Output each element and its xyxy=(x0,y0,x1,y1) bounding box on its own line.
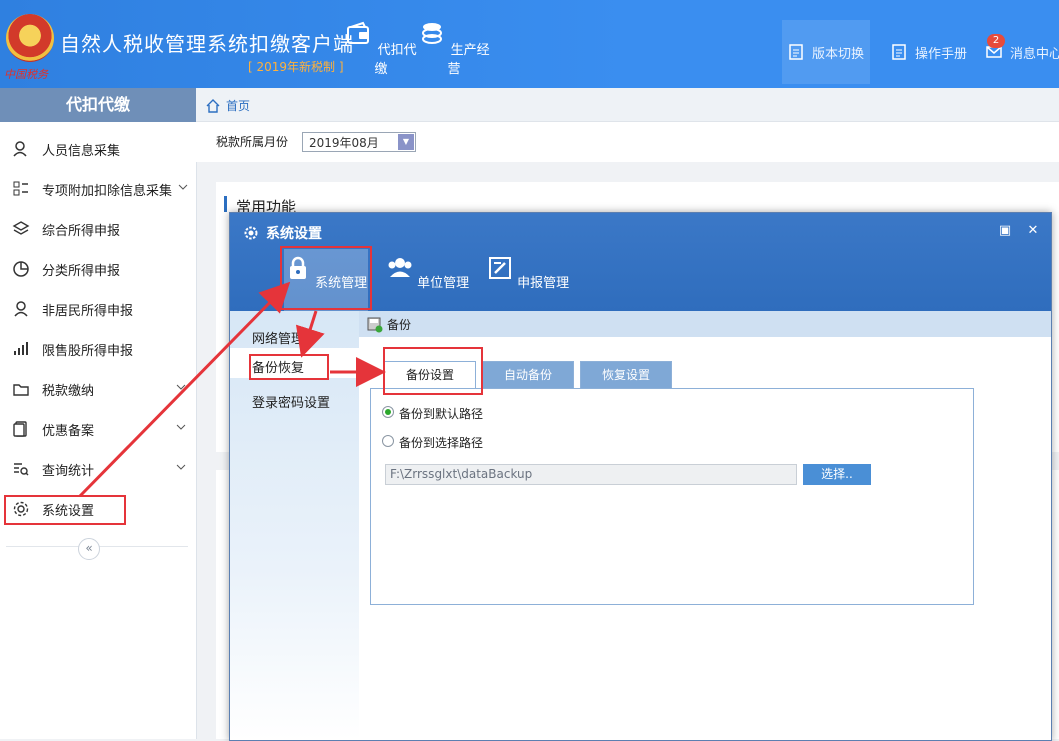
coins-icon xyxy=(422,23,443,44)
gear-icon xyxy=(244,226,258,240)
lock-icon xyxy=(289,256,306,279)
folder-icon xyxy=(13,384,29,396)
sidebar-item-restricted-stock[interactable]: 限售股所得申报 xyxy=(0,329,196,369)
tab-label: 申报管理 xyxy=(517,276,570,291)
sidebar-item-label: 人员信息采集 xyxy=(42,143,121,159)
maximize-icon[interactable]: ▣ xyxy=(998,224,1012,238)
breadcrumb-bar xyxy=(196,88,1059,122)
version-switch-label: 版本切换 xyxy=(811,46,864,62)
users-icon xyxy=(388,258,412,277)
system-settings-dialog: 系统设置 ▣ ✕ 系统管理 单位管理 申报管理 网络管理 备份恢复 登录密码设置… xyxy=(229,212,1052,741)
sidebar-item-system-settings[interactable]: 系统设置 xyxy=(0,489,196,529)
tab-system-management[interactable]: 系统管理 xyxy=(284,249,368,311)
topnav-withholding-label: 代扣代缴 xyxy=(374,43,417,77)
layers-icon xyxy=(12,221,30,235)
edit-icon xyxy=(488,257,511,279)
sidebar-item-comprehensive-income[interactable]: 综合所得申报 xyxy=(0,209,196,249)
section-header: 备份 xyxy=(367,316,411,333)
chevron-down-icon xyxy=(176,424,186,430)
left-menu-login-password[interactable]: 登录密码设置 xyxy=(252,392,330,411)
tab-label: 单位管理 xyxy=(417,276,470,291)
dialog-title: 系统设置 xyxy=(244,223,322,243)
sidebar-item-label: 分类所得申报 xyxy=(42,263,121,279)
sidebar-collapse-button[interactable]: « xyxy=(78,538,100,560)
subtab-auto-backup[interactable]: 自动备份 xyxy=(482,361,574,388)
sidebar-item-preferential-filing[interactable]: 优惠备案 xyxy=(0,409,196,449)
radio-default-path[interactable] xyxy=(382,406,394,418)
breadcrumb[interactable]: 首页 xyxy=(206,97,250,114)
grid-list-icon xyxy=(13,181,28,196)
tab-label: 系统管理 xyxy=(315,276,368,291)
gear-icon xyxy=(13,501,29,517)
tax-emblem-logo xyxy=(6,14,54,62)
brand-script-logo: 中国税务 xyxy=(4,68,48,81)
version-switch-button[interactable]: 版本切换 xyxy=(782,20,870,84)
dialog-title-text: 系统设置 xyxy=(266,226,322,242)
sidebar-item-person-info[interactable]: 人员信息采集 xyxy=(0,129,196,169)
topnav-withholding[interactable]: 代扣代缴 xyxy=(344,20,418,84)
choose-path-button[interactable]: 选择.. xyxy=(803,464,871,485)
topnav-business-label: 生产经营 xyxy=(447,43,490,77)
backup-icon xyxy=(367,317,383,332)
radio-select-path-label: 备份到选择路径 xyxy=(399,436,484,450)
app-title: 自然人税收管理系统扣缴客户端 xyxy=(60,32,354,56)
radio-default-path-label: 备份到默认路径 xyxy=(399,407,484,421)
sidebar-item-label: 综合所得申报 xyxy=(42,223,121,239)
sidebar-item-special-deduction[interactable]: 专项附加扣除信息采集 xyxy=(0,169,196,209)
bar-chart-icon xyxy=(14,342,28,355)
dropdown-arrow-icon[interactable]: ▼ xyxy=(398,134,414,150)
person-outline-icon xyxy=(14,301,28,317)
panel-title-accent xyxy=(224,196,227,212)
subtab-restore-settings[interactable]: 恢复设置 xyxy=(580,361,672,388)
sidebar-item-label: 限售股所得申报 xyxy=(42,343,134,359)
breadcrumb-home[interactable]: 首页 xyxy=(226,97,250,114)
manual-label: 操作手册 xyxy=(914,46,967,62)
sidebar-item-query-stats[interactable]: 查询统计 xyxy=(0,449,196,489)
tax-year-subtitle: [ 2019年新税制 ] xyxy=(248,60,344,74)
person-icon xyxy=(13,141,27,157)
tax-month-select[interactable]: 2019年08月 ▼ xyxy=(302,132,416,152)
chevron-down-icon xyxy=(176,384,186,390)
left-menu-network[interactable]: 网络管理 xyxy=(252,328,304,347)
message-center-label: 消息中心 xyxy=(1010,46,1059,62)
tab-declaration-management[interactable]: 申报管理 xyxy=(486,249,570,311)
sidebar-item-label: 专项附加扣除信息采集 xyxy=(42,183,173,199)
sidebar-item-label: 非居民所得申报 xyxy=(42,303,134,319)
dialog-left-menu: 网络管理 备份恢复 登录密码设置 xyxy=(230,311,359,740)
topnav-business[interactable]: 生产经营 xyxy=(417,20,491,84)
manual-button[interactable]: 操作手册 xyxy=(884,20,974,84)
sidebar-item-label: 系统设置 xyxy=(42,503,95,519)
sidebar-title: 代扣代缴 xyxy=(0,88,196,129)
sidebar-item-category-income[interactable]: 分类所得申报 xyxy=(0,249,196,289)
chevron-down-icon xyxy=(176,464,186,470)
home-icon xyxy=(206,98,220,113)
radio-select-path[interactable] xyxy=(382,435,394,447)
chevron-down-icon xyxy=(178,184,188,190)
message-count-badge: 2 xyxy=(987,34,1005,48)
pie-icon xyxy=(13,261,29,277)
close-icon[interactable]: ✕ xyxy=(1026,224,1040,238)
document-icon xyxy=(13,421,27,437)
section-title: 备份 xyxy=(387,318,412,332)
search-list-icon xyxy=(14,463,29,476)
message-center-button[interactable]: 消息中心 xyxy=(986,20,1059,84)
subtab-backup-settings[interactable]: 备份设置 xyxy=(384,361,476,388)
backup-path-input[interactable]: F:\Zrrssglxt\dataBackup xyxy=(385,464,797,485)
sidebar-item-nonresident[interactable]: 非居民所得申报 xyxy=(0,289,196,329)
tax-month-value: 2019年08月 xyxy=(309,136,379,150)
sidebar-item-label: 查询统计 xyxy=(42,463,95,479)
tax-month-label: 税款所属月份 xyxy=(216,135,289,149)
manual-icon xyxy=(892,44,906,60)
wallet-icon xyxy=(347,21,370,44)
tab-unit-management[interactable]: 单位管理 xyxy=(386,249,470,311)
section-header-bar xyxy=(359,311,1051,337)
sidebar-item-label: 税款缴纳 xyxy=(42,383,95,399)
sidebar-item-tax-payment[interactable]: 税款缴纳 xyxy=(0,369,196,409)
sidebar-item-label: 优惠备案 xyxy=(42,423,95,439)
sidebar: 人员信息采集 专项附加扣除信息采集 综合所得申报 分类所得申报 非居民所得申报 … xyxy=(0,122,197,739)
left-menu-backup-restore[interactable]: 备份恢复 xyxy=(252,357,304,376)
document-icon xyxy=(789,44,803,60)
